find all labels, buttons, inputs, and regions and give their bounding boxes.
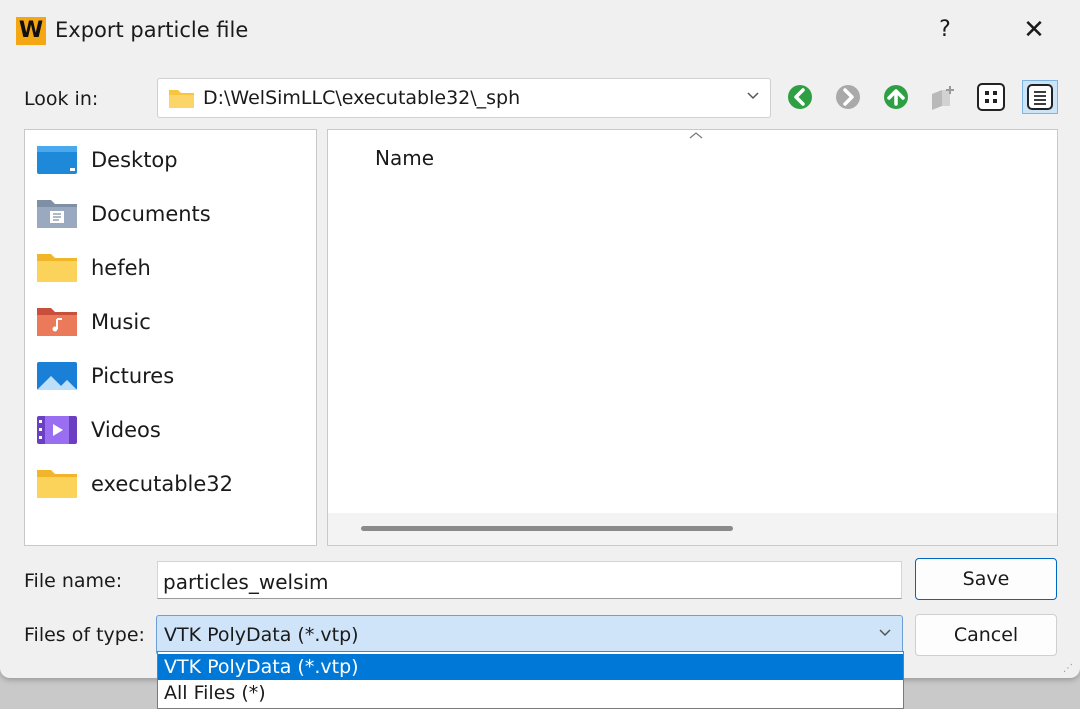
folder-icon — [37, 254, 77, 282]
file-type-combo[interactable]: VTK PolyData (*.vtp) — [156, 615, 903, 655]
file-name-value: particles_welsim — [163, 570, 329, 594]
sidebar-item-label: hefeh — [91, 256, 151, 280]
up-arrow-icon[interactable] — [881, 82, 911, 112]
column-header-name[interactable]: Name — [375, 146, 434, 170]
sidebar-item-music[interactable]: Music — [35, 302, 305, 346]
app-icon: W — [16, 17, 46, 45]
documents-folder-icon — [37, 200, 77, 228]
chevron-down-icon — [878, 622, 892, 646]
dropdown-option[interactable]: All Files (*) — [158, 680, 903, 706]
help-button[interactable]: ? — [925, 14, 965, 46]
sidebar-item-label: Documents — [91, 202, 211, 226]
dropdown-option[interactable]: VTK PolyData (*.vtp) — [158, 654, 903, 680]
places-sidebar: Desktop Documents hefeh Music Pictures V… — [24, 129, 317, 546]
list-view-icon — [977, 83, 1005, 111]
back-arrow-icon[interactable] — [785, 82, 815, 112]
detail-view-icon — [1027, 84, 1053, 110]
desktop-folder-icon — [37, 146, 77, 174]
look-in-combo[interactable]: D:\WelSimLLC\executable32\_sph — [157, 78, 771, 118]
file-type-selected: VTK PolyData (*.vtp) — [164, 624, 359, 646]
horizontal-scrollbar[interactable] — [328, 513, 1057, 545]
save-button[interactable]: Save — [915, 558, 1057, 600]
look-in-label: Look in: — [24, 88, 99, 110]
folder-icon — [169, 90, 194, 108]
sidebar-item-label: Music — [91, 310, 151, 334]
cancel-button[interactable]: Cancel — [915, 614, 1057, 656]
music-folder-icon — [37, 308, 77, 336]
folder-icon — [37, 470, 77, 498]
sidebar-item-label: Pictures — [91, 364, 175, 388]
forward-arrow-icon[interactable] — [833, 82, 863, 112]
look-in-path: D:\WelSimLLC\executable32\_sph — [203, 87, 521, 109]
resize-grip-icon[interactable]: ⋰ — [1063, 663, 1074, 674]
file-name-input[interactable]: particles_welsim — [157, 561, 902, 599]
file-list[interactable]: Name — [327, 129, 1058, 546]
title-bar: W Export particle file ? ✕ — [0, 0, 1080, 60]
sidebar-item-hefeh[interactable]: hefeh — [35, 248, 305, 292]
sidebar-item-desktop[interactable]: Desktop — [35, 140, 305, 184]
file-type-label: Files of type: — [24, 624, 145, 646]
sidebar-item-videos[interactable]: Videos — [35, 410, 305, 454]
videos-folder-icon — [37, 416, 77, 444]
sidebar-item-label: Desktop — [91, 148, 178, 172]
file-name-label: File name: — [24, 570, 123, 592]
new-folder-icon[interactable] — [928, 82, 958, 112]
pictures-folder-icon — [37, 362, 77, 390]
sort-ascending-icon — [688, 128, 704, 144]
sidebar-item-label: Videos — [91, 418, 161, 442]
chevron-down-icon — [746, 85, 760, 109]
dialog-title: Export particle file — [55, 18, 249, 42]
export-dialog: W Export particle file ? ✕ Look in: D:\W… — [0, 0, 1080, 678]
detail-view-button[interactable] — [1022, 80, 1058, 114]
sidebar-item-pictures[interactable]: Pictures — [35, 356, 305, 400]
file-type-dropdown-list: VTK PolyData (*.vtp) All Files (*) — [157, 651, 904, 709]
close-button[interactable]: ✕ — [1012, 14, 1056, 46]
sidebar-item-label: executable32 — [91, 472, 234, 496]
sidebar-item-executable32[interactable]: executable32 — [35, 464, 305, 508]
list-view-button[interactable] — [976, 82, 1006, 112]
scrollbar-thumb[interactable] — [361, 526, 733, 531]
sidebar-item-documents[interactable]: Documents — [35, 194, 305, 238]
